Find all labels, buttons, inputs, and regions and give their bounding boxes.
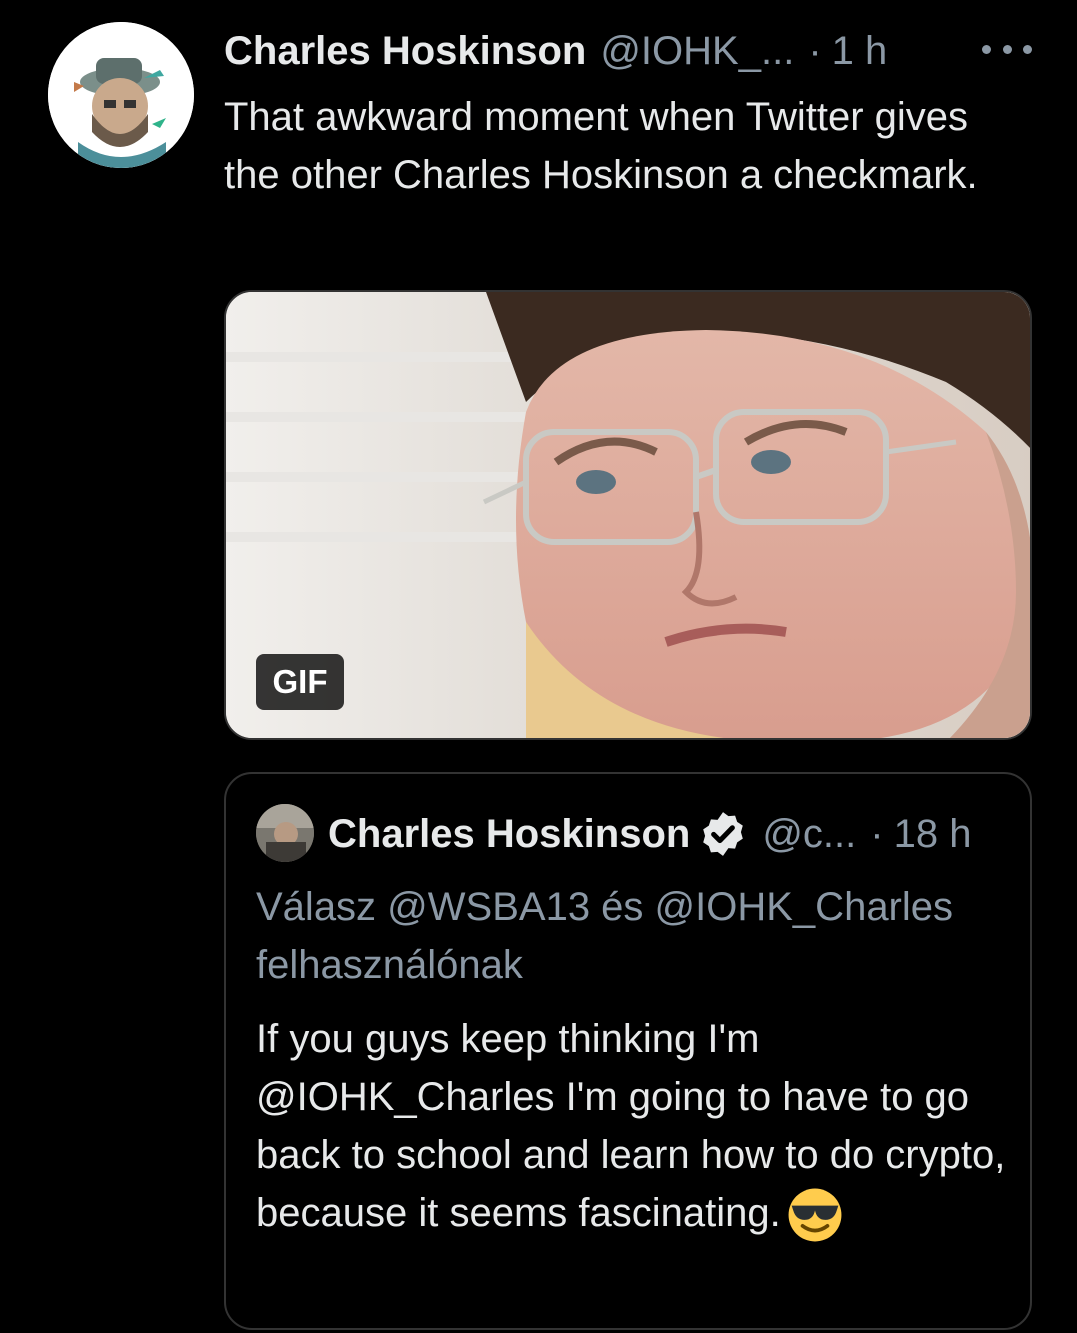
quoted-author-avatar[interactable] <box>256 804 314 862</box>
quoted-tweet-header: Charles Hoskinson @c... · 18 h <box>328 808 971 860</box>
author-name[interactable]: Charles Hoskinson <box>224 29 586 74</box>
tweet-text: That awkward moment when Twitter gives t… <box>224 95 978 197</box>
reply-context: Válasz @WSBA13 és @IOHK_Charles felhaszn… <box>256 885 954 987</box>
verified-badge-icon <box>703 812 744 856</box>
gif-badge: GIF <box>256 654 344 710</box>
author-avatar[interactable] <box>48 22 194 168</box>
quoted-tweet-text: If you guys keep thinking I'm @IOHK_Char… <box>256 1010 1016 1243</box>
author-handle[interactable]: @IOHK_... <box>600 29 794 74</box>
tweet-timestamp[interactable]: 1 h <box>832 29 888 74</box>
quoted-author-name[interactable]: Charles Hoskinson <box>328 812 690 857</box>
quoted-tweet-text-content: If you guys keep thinking I'm @IOHK_Char… <box>256 1017 1006 1235</box>
smiling-face-with-sunglasses-icon <box>788 1188 842 1242</box>
tweet-header: Charles Hoskinson @IOHK_... · 1 h <box>224 26 887 76</box>
quoted-tweet-timestamp[interactable]: 18 h <box>894 812 972 857</box>
tweet-gif-media[interactable]: GIF <box>224 290 1032 740</box>
gif-thumbnail-image <box>226 292 1030 738</box>
separator-dot: · <box>808 28 822 73</box>
quoted-tweet[interactable]: Charles Hoskinson @c... · 18 h Válasz @W… <box>224 772 1032 1330</box>
more-horizontal-icon[interactable] <box>982 34 1032 64</box>
quoted-author-handle[interactable]: @c... <box>762 812 856 857</box>
separator-dot: · <box>870 811 884 856</box>
